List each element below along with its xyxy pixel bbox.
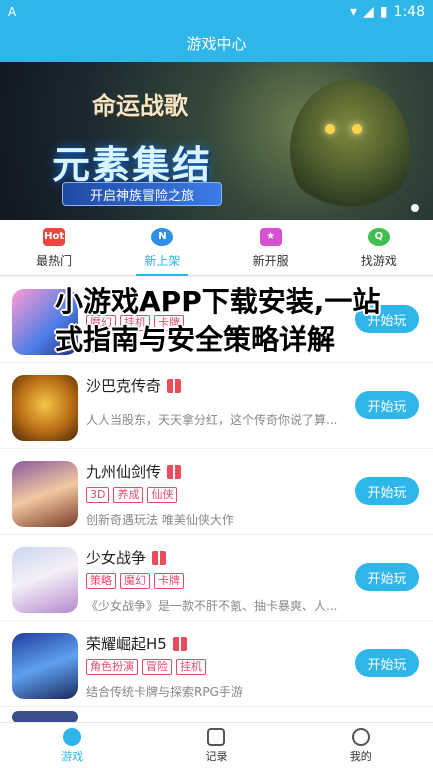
game-name-text: 九州仙剑传	[86, 463, 162, 481]
nav-records[interactable]: 记录	[144, 723, 288, 768]
gift-icon	[152, 551, 167, 565]
game-tags: 角色扮演 冒险 挂机	[86, 659, 206, 675]
game-tags: 3D 养成 仙侠	[86, 487, 178, 503]
server-icon: ★	[259, 227, 282, 246]
clock: 1:48	[393, 4, 425, 20]
game-description: 《少女战争》是一款不肝不氪、抽卡暴爽、人...	[86, 599, 338, 613]
game-name: 沙巴克传奇	[86, 375, 182, 396]
game-icon-image	[12, 547, 78, 613]
gift-icon	[167, 379, 182, 393]
game-tag: 冒险	[142, 659, 172, 675]
app-header: 游戏中心	[0, 24, 433, 62]
list-item[interactable]: 九州仙剑传 3D 养成 仙侠 创新奇遇玩法 唯美仙侠大作 开始玩	[0, 449, 433, 535]
user-icon	[351, 727, 370, 746]
new-icon: N	[151, 227, 174, 246]
game-tags: 策略 魔幻 卡牌	[86, 573, 184, 589]
banner-monster-eye	[352, 124, 362, 134]
tab-label: 最热门	[36, 253, 73, 268]
game-tag: 卡牌	[154, 573, 184, 589]
wifi-icon: ▾	[350, 4, 358, 20]
game-tag: 养成	[113, 487, 144, 503]
signal-icon: ◢	[363, 4, 374, 20]
nav-label: 记录	[205, 749, 228, 763]
nav-label: 我的	[349, 749, 372, 763]
banner-monster-eye	[325, 124, 335, 134]
nav-profile[interactable]: 我的	[289, 723, 433, 768]
game-tag: 3D	[86, 487, 110, 503]
game-icon-image	[12, 461, 78, 527]
tab-label: 新开服	[252, 253, 289, 268]
list-item[interactable]: 少女战争 策略 魔幻 卡牌 《少女战争》是一款不肝不氪、抽卡暴爽、人... 开始…	[0, 535, 433, 621]
battery-icon: ▮	[379, 4, 388, 20]
banner-slogan: 开启神族冒险之旅	[62, 182, 222, 206]
gift-icon	[172, 637, 187, 651]
game-tag: 仙侠	[147, 487, 178, 503]
game-description: 创新奇遇玩法 唯美仙侠大作	[86, 513, 234, 527]
game-description: 结合传统卡牌与探索RPG手游	[86, 685, 243, 699]
banner-game-logo: 命运战歌	[92, 91, 188, 120]
play-button[interactable]: 开始玩	[355, 563, 419, 591]
gift-icon	[167, 465, 182, 479]
promo-banner[interactable]: 命运战歌 元素集结 开启神族冒险之旅	[0, 62, 433, 220]
play-button[interactable]: 开始玩	[355, 477, 419, 505]
game-icon-image	[12, 711, 78, 722]
notification-icon: A	[8, 5, 17, 19]
game-tag: 挂机	[176, 659, 206, 675]
category-tabs: Hot 最热门 N 新上架 ★ 新开服 Q 找游戏	[0, 220, 433, 276]
nav-games[interactable]: 游戏	[0, 723, 144, 768]
search-icon: Q	[367, 227, 390, 246]
bottom-navigation: 游戏 记录 我的	[0, 722, 433, 768]
banner-monster-art	[290, 80, 410, 220]
carousel-indicator[interactable]	[411, 204, 419, 212]
nav-label: 游戏	[61, 749, 84, 763]
hot-icon: Hot	[43, 227, 66, 246]
game-name-text: 沙巴克传奇	[86, 377, 162, 395]
status-bar: A ▾ ◢ ▮ 1:48	[0, 0, 433, 24]
game-name-text: 荣耀崛起H5	[86, 635, 167, 653]
tab-label: 找游戏	[360, 253, 397, 268]
game-icon	[63, 727, 82, 746]
game-tag: 策略	[86, 573, 116, 589]
play-button[interactable]: 开始玩	[355, 391, 419, 419]
tab-new-server[interactable]: ★ 新开服	[217, 220, 325, 276]
page-title: 游戏中心	[186, 34, 247, 53]
game-name: 少女战争	[86, 547, 167, 568]
game-name: 荣耀崛起H5	[86, 633, 187, 654]
game-icon-image	[12, 375, 78, 441]
article-title-overlay: 小游戏APP下载安装,一站式指南与安全策略详解	[55, 285, 381, 356]
list-item[interactable]: 荣耀崛起H5 角色扮演 冒险 挂机 结合传统卡牌与探索RPG手游 开始玩	[0, 621, 433, 707]
tab-hot[interactable]: Hot 最热门	[0, 220, 108, 276]
game-name: 九州仙剑传	[86, 461, 182, 482]
game-icon-image	[12, 633, 78, 699]
game-description: 人人当股东，天天拿分红，这个传奇你说了算...	[86, 413, 338, 427]
play-button[interactable]: 开始玩	[355, 649, 419, 677]
banner-headline: 元素集结	[52, 143, 213, 187]
game-tag: 魔幻	[120, 573, 150, 589]
tab-find[interactable]: Q 找游戏	[325, 220, 433, 276]
game-tag: 角色扮演	[86, 659, 138, 675]
tab-new[interactable]: N 新上架	[108, 220, 216, 276]
list-item-partial[interactable]	[0, 707, 433, 722]
record-icon	[207, 727, 226, 746]
tab-label: 新上架	[144, 253, 181, 268]
status-icons: ▾ ◢ ▮ 1:48	[350, 4, 425, 20]
game-name-text: 少女战争	[86, 549, 147, 567]
list-item[interactable]: 沙巴克传奇 人人当股东，天天拿分红，这个传奇你说了算... 开始玩	[0, 363, 433, 449]
